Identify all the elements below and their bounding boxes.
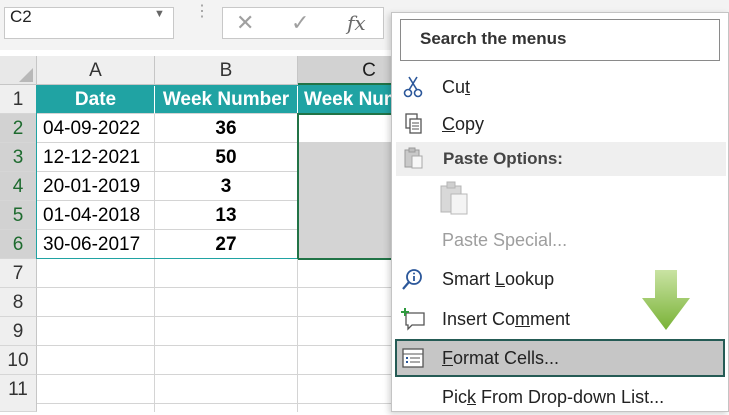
copy-icon: [405, 113, 422, 134]
paste-button[interactable]: [437, 180, 473, 218]
menu-label-paste-special: Paste Special...: [442, 230, 568, 250]
row-header-4[interactable]: 4: [0, 172, 37, 201]
insert-function-icon[interactable]: fx: [347, 11, 366, 35]
menu-label-insert-comment: Insert Comment: [442, 309, 571, 329]
menu-label-cut: Cut: [442, 77, 471, 97]
menu-item-pick-from-list[interactable]: Pick From Drop-down List...: [396, 379, 726, 415]
name-box-dropdown-icon[interactable]: ▼: [154, 8, 165, 20]
menu-item-format-cells[interactable]: Format Cells...: [395, 339, 725, 377]
row-header-2[interactable]: 2: [0, 114, 37, 143]
column-header-b[interactable]: B: [155, 56, 298, 85]
cell-week-number[interactable]: 13: [155, 201, 298, 230]
enter-icon[interactable]: ✓: [291, 10, 309, 36]
smart-lookup-icon: [402, 269, 422, 290]
cell-week-number[interactable]: 50: [155, 143, 298, 172]
paste-icon: [440, 181, 468, 215]
row-header-10[interactable]: 10: [0, 346, 37, 375]
format-cells-icon: [402, 348, 424, 368]
cell-date[interactable]: 12-12-2021: [37, 143, 155, 172]
menu-item-copy[interactable]: Copy: [396, 106, 726, 142]
menu-label-smart-lookup: Smart Lookup: [442, 269, 555, 289]
cell-week-number[interactable]: 27: [155, 230, 298, 259]
down-arrow-icon: [642, 270, 690, 330]
insert-comment-icon: [401, 308, 425, 331]
cell-date[interactable]: 04-09-2022: [37, 114, 155, 143]
table-header-week-number-b[interactable]: Week Number: [155, 85, 298, 114]
row-header-3[interactable]: 3: [0, 143, 37, 172]
row-header-9[interactable]: 9: [0, 317, 37, 346]
formula-bar-buttons: ✕ ✓ fx: [222, 7, 384, 39]
cancel-icon[interactable]: ✕: [236, 10, 254, 36]
row-header-11[interactable]: 11: [0, 375, 37, 412]
cell-week-number[interactable]: 36: [155, 114, 298, 143]
row-header-8[interactable]: 8: [0, 288, 37, 317]
empty-grid[interactable]: [37, 259, 397, 412]
cell-date[interactable]: 01-04-2018: [37, 201, 155, 230]
cell-date[interactable]: 20-01-2019: [37, 172, 155, 201]
row-header-5[interactable]: 5: [0, 201, 37, 230]
row-header-6[interactable]: 6: [0, 230, 37, 259]
name-box-value: C2: [10, 7, 32, 26]
clipboard-icon: [404, 147, 423, 169]
cell-week-number[interactable]: 3: [155, 172, 298, 201]
table-header-date[interactable]: Date: [37, 85, 155, 114]
menu-item-cut[interactable]: Cut: [396, 69, 726, 105]
menu-item-paste-special[interactable]: Paste Special...: [396, 222, 726, 258]
scissors-icon: [403, 76, 423, 98]
row-header-1[interactable]: 1: [0, 85, 37, 114]
row-header-7[interactable]: 7: [0, 259, 37, 288]
menu-label-pick-from-list: Pick From Drop-down List...: [442, 387, 665, 407]
column-header-a[interactable]: A: [37, 56, 155, 85]
menu-label-copy: Copy: [442, 114, 485, 134]
select-all-triangle-icon: [19, 68, 33, 82]
search-menus-label: Search the menus: [420, 29, 567, 48]
cell-date[interactable]: 30-06-2017: [37, 230, 155, 259]
formula-bar-grip-icon[interactable]: ⋮: [194, 4, 210, 20]
paste-options-label: Paste Options:: [443, 149, 563, 168]
menu-label-format-cells: Format Cells...: [442, 348, 560, 368]
